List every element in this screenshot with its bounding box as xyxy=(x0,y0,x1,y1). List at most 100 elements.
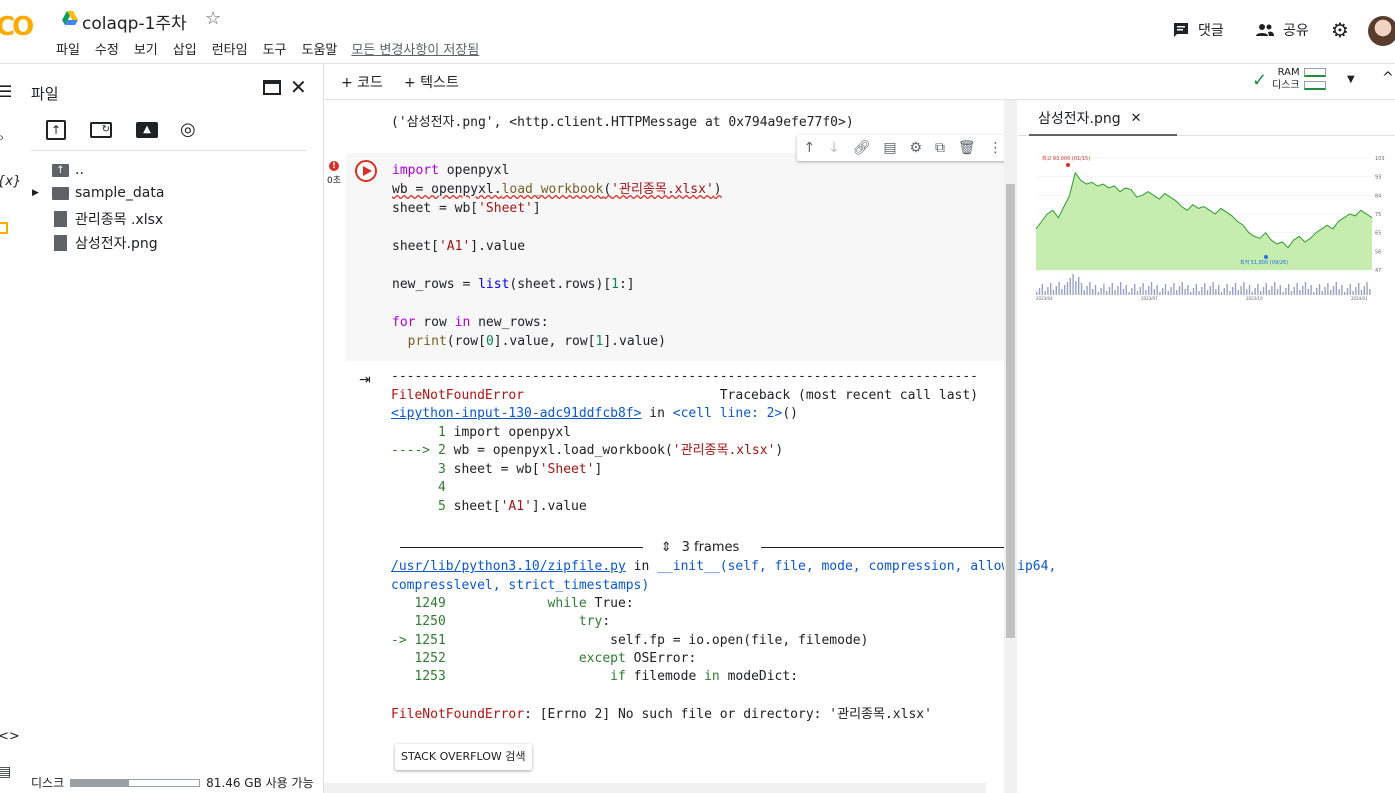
ipython-input-link[interactable]: <ipython-input-130-adc91ddfcb8f> xyxy=(391,406,641,421)
disk-label: 디스크 xyxy=(1272,80,1300,91)
volume-bar xyxy=(1352,291,1354,295)
volume-bar xyxy=(1128,292,1130,295)
dropdown-arrow-icon[interactable]: ▼ xyxy=(1347,74,1355,85)
tree-item-sample-data[interactable]: ▶ sample_data xyxy=(32,185,164,201)
expand-arrow-icon[interactable]: ▶ xyxy=(32,188,46,198)
collapse-icon[interactable]: ^ xyxy=(1382,70,1394,86)
mirror-cell-icon[interactable]: ⧉ xyxy=(935,140,945,156)
add-code-button[interactable]: + 코드 xyxy=(341,72,383,92)
menu-help[interactable]: 도움말 xyxy=(302,39,338,58)
divider xyxy=(31,150,306,151)
volume-bar xyxy=(1257,284,1259,295)
code-snippets-icon[interactable]: <> xyxy=(0,729,20,744)
menu-insert[interactable]: 삽입 xyxy=(173,39,197,58)
colab-logo[interactable]: CO xyxy=(0,12,34,42)
terminal-icon[interactable]: ▤ xyxy=(0,764,11,780)
avatar[interactable] xyxy=(1368,16,1395,46)
variables-icon[interactable]: {x} xyxy=(0,174,21,189)
close-tab-icon[interactable]: ✕ xyxy=(1131,111,1142,126)
menu-runtime[interactable]: 런타임 xyxy=(212,39,248,58)
volume-bar xyxy=(1240,286,1242,295)
volume-bar xyxy=(1209,286,1211,295)
stack-overflow-search-button[interactable]: STACK OVERFLOW 검색 xyxy=(395,744,532,770)
run-cell-button[interactable] xyxy=(355,160,377,182)
volume-bar xyxy=(1103,284,1105,295)
zipfile-link[interactable]: /usr/lib/python3.10/zipfile.py xyxy=(391,559,626,574)
volume-bar xyxy=(1215,289,1217,295)
hide-files-icon[interactable]: ◎ xyxy=(180,119,196,140)
func-signature: __init__(self, file, mode, compression, … xyxy=(657,559,1057,574)
tree-item-parent[interactable]: ↑ .. xyxy=(52,162,84,178)
search-icon[interactable]: ⌕ xyxy=(0,128,4,146)
mount-drive-icon[interactable]: ▲ xyxy=(136,122,158,138)
more-icon[interactable]: ⋮ xyxy=(989,140,1003,156)
error-name: FileNotFoundError xyxy=(391,388,525,403)
resource-monitor[interactable]: RAM 디스크 xyxy=(1272,66,1326,92)
menu-file[interactable]: 파일 xyxy=(56,39,80,58)
volume-bar xyxy=(1299,290,1301,295)
y-tick-label: 103 xyxy=(1375,156,1385,162)
saved-status[interactable]: 모든 변경사항이 저장됨 xyxy=(351,39,479,58)
menu-edit[interactable]: 수정 xyxy=(95,39,119,58)
chart-area xyxy=(1036,172,1372,270)
viewer-tab[interactable]: 삼성전자.png ✕ xyxy=(1038,108,1142,128)
vertical-scrollbar[interactable] xyxy=(1004,100,1017,793)
link-icon[interactable]: 🔗︎ xyxy=(853,140,871,156)
settings-icon[interactable]: ⚙ xyxy=(909,140,922,156)
star-icon[interactable]: ☆ xyxy=(205,8,221,29)
maximize-panel-icon[interactable] xyxy=(263,80,281,95)
volume-bar xyxy=(1262,287,1265,295)
volume-bar xyxy=(1324,287,1326,295)
x-ticks: 2023/04 2023/07 2023/10 2024/01 xyxy=(1036,296,1368,300)
settings-gear-icon[interactable]: ⚙ xyxy=(1331,18,1349,42)
tree-item-png[interactable]: 삼성전자.png xyxy=(52,233,158,253)
notebook-title[interactable]: colaqp-1주차 xyxy=(82,9,187,34)
horizontal-scrollbar[interactable] xyxy=(324,783,986,793)
y-ticks: 103 93 84 75 65 56 47 xyxy=(1375,156,1385,274)
volume-bars xyxy=(1036,274,1371,295)
file-icon xyxy=(54,211,67,227)
close-icon[interactable]: ✕ xyxy=(290,75,307,99)
volume-bar xyxy=(1069,278,1071,295)
volume-bar xyxy=(1307,289,1309,295)
volume-bar xyxy=(1237,290,1239,295)
comment-button[interactable]: 댓글 xyxy=(1172,20,1224,40)
comment-icon[interactable]: ▤ xyxy=(883,140,896,156)
active-tab-indicator xyxy=(1029,134,1177,136)
scrollbar-thumb[interactable] xyxy=(1006,184,1015,638)
menu-icon[interactable]: ☰ xyxy=(0,82,12,101)
volume-bar xyxy=(1156,285,1158,295)
folder-icon[interactable] xyxy=(0,222,8,234)
volume-bar xyxy=(1092,289,1094,295)
move-up-icon[interactable]: ↑ xyxy=(803,140,815,156)
upload-file-icon[interactable]: ↑ xyxy=(46,120,66,140)
top-bar: CO colaqp-1주차 ☆ 파일 수정 보기 삽입 런타임 도구 도움말 모… xyxy=(0,0,1395,64)
final-error: FileNotFoundError: [Errno 2] No such fil… xyxy=(391,707,932,722)
volume-bar xyxy=(1178,286,1181,295)
traceback-line: 1253 if filemode in modeDict: xyxy=(391,669,799,684)
volume-bar xyxy=(1044,291,1046,295)
add-text-button[interactable]: + 텍스트 xyxy=(404,72,459,92)
share-button[interactable]: 공유 xyxy=(1255,20,1309,40)
frames-toggle[interactable]: ⇕ 3 frames xyxy=(400,538,1005,556)
previous-output: ('삼성전자.png', <http.client.HTTPMessage at… xyxy=(391,115,854,130)
menu-tools[interactable]: 도구 xyxy=(263,39,287,58)
move-down-icon[interactable]: ↓ xyxy=(828,140,840,156)
volume-bar xyxy=(1125,285,1127,295)
delete-icon[interactable]: 🗑︎ xyxy=(958,140,976,156)
menu-view[interactable]: 보기 xyxy=(134,39,158,58)
tree-item-label: sample_data xyxy=(75,185,165,201)
volume-bar xyxy=(1159,292,1161,295)
traceback-header: FileNotFoundError Traceback (most recent… xyxy=(391,387,978,406)
volume-bar xyxy=(1268,290,1270,295)
x-tick-label: 2023/07 xyxy=(1141,296,1158,300)
refresh-folder-icon[interactable]: ↻ xyxy=(90,122,112,138)
volume-bar xyxy=(1086,286,1088,295)
volume-bar xyxy=(1122,289,1125,295)
volume-bar xyxy=(1229,291,1231,295)
volume-bar xyxy=(1201,287,1203,295)
tree-item-xlsx[interactable]: 관리종목 .xlsx xyxy=(52,209,163,229)
code-line: wb = openpyxl.load_workbook('관리종목.xlsx') xyxy=(392,182,722,197)
output-menu-icon[interactable]: ⇥ xyxy=(359,372,371,388)
volume-bar xyxy=(1274,282,1276,295)
